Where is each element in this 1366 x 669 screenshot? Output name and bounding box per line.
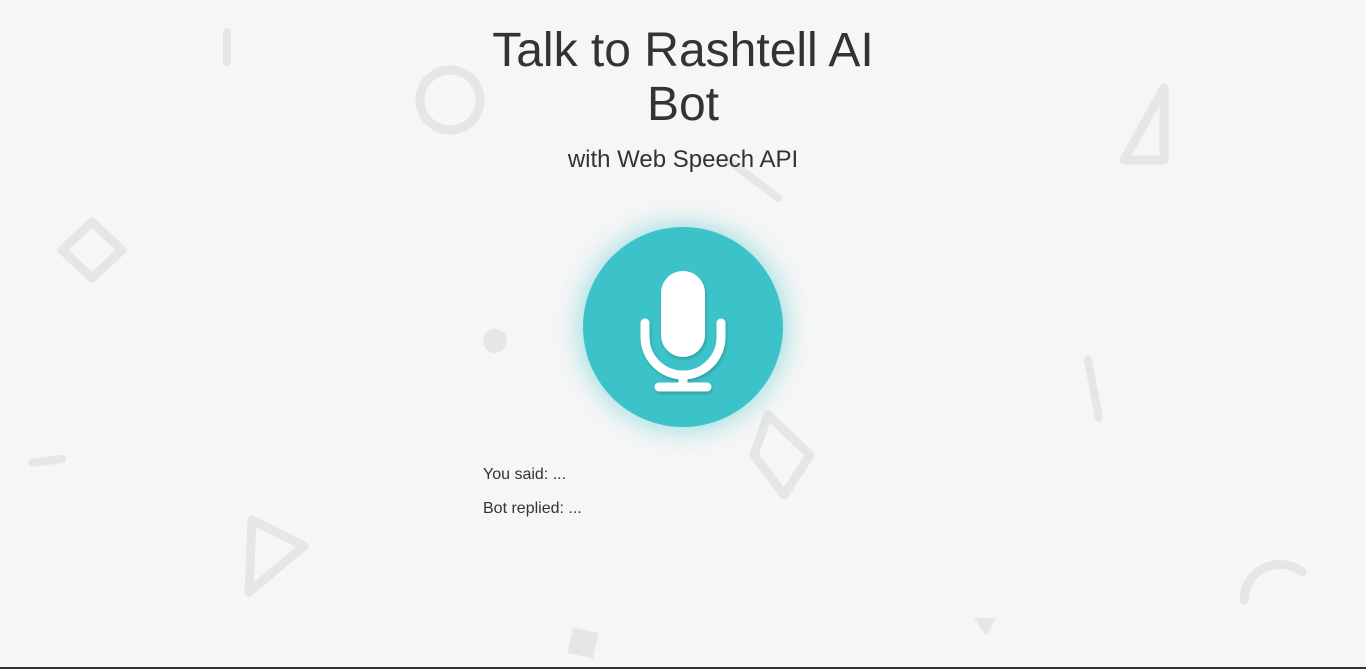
you-said-output: ... xyxy=(552,466,567,483)
page-title: Talk to Rashtell AI Bot xyxy=(492,24,874,131)
bot-replied-output: ... xyxy=(568,500,582,517)
microphone-icon xyxy=(640,271,726,392)
bot-transcript: Bot replied: ... xyxy=(483,499,883,519)
talk-button[interactable] xyxy=(583,227,783,427)
main-content: Talk to Rashtell AI Bot with Web Speech … xyxy=(0,0,1366,669)
you-said-label: You said: xyxy=(483,466,549,483)
user-transcript: You said: ... xyxy=(483,465,883,485)
page-subtitle: with Web Speech API xyxy=(567,146,799,173)
conversation-transcript: You said: ... Bot replied: ... xyxy=(483,465,883,533)
bot-replied-label: Bot replied: xyxy=(483,500,564,517)
